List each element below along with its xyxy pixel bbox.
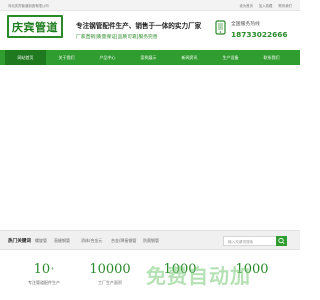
set-homepage-link[interactable]: 设为首页 bbox=[239, 3, 253, 8]
nav-equipment[interactable]: 生产设备 bbox=[210, 50, 251, 65]
search-button[interactable] bbox=[276, 236, 287, 246]
stat-item: 10+ 专注管道配件生产 bbox=[14, 263, 74, 286]
stat-caption: 专注管道配件生产 bbox=[28, 280, 60, 285]
add-favorite-link[interactable]: 加入收藏 bbox=[259, 3, 273, 8]
top-links: 设为首页 加入收藏 联系我们 bbox=[239, 3, 292, 8]
top-utility-bar: 河北庆宾管道制造有限公司 设为首页 加入收藏 联系我们 bbox=[0, 0, 300, 11]
hot-keywords-bar: 热门关键词 螺旋管 直缝钢管 消体/合金元 合金/焊接钢管 防腐钢管 输入关键词… bbox=[0, 230, 300, 250]
stat-number: 10+ bbox=[33, 262, 55, 277]
watermark-text: 免费自动加 bbox=[146, 264, 251, 288]
keyword-link[interactable]: 消体/合金元 bbox=[81, 238, 102, 244]
keyword-link[interactable]: 螺旋管 bbox=[35, 238, 47, 244]
phone-icon bbox=[215, 20, 226, 35]
hot-keywords-title: 热门关键词 bbox=[8, 239, 31, 244]
nav-home[interactable]: 网站首页 bbox=[5, 50, 46, 65]
company-name: 河北庆宾管道制造有限公司 bbox=[8, 4, 49, 8]
watermark: 免费自动加 bbox=[130, 258, 298, 300]
hotline: 全国服务热线 18733022666 bbox=[214, 20, 288, 39]
search-icon bbox=[278, 237, 285, 244]
keyword-link[interactable]: 直缝钢管 bbox=[54, 238, 70, 244]
slogan: 专注钢管配件生产、销售于一体的实力厂家 bbox=[76, 22, 202, 30]
banner-area bbox=[0, 65, 300, 230]
logo-text: 庆宾管道 bbox=[12, 20, 58, 34]
nav-news[interactable]: 新闻资讯 bbox=[169, 50, 210, 65]
nav-cases[interactable]: 案例展示 bbox=[128, 50, 169, 65]
keyword-link[interactable]: 防腐钢管 bbox=[143, 238, 159, 244]
search-box: 输入关键词搜索 bbox=[223, 236, 287, 246]
search-input[interactable]: 输入关键词搜索 bbox=[228, 240, 253, 245]
keyword-link[interactable]: 合金/焊接钢管 bbox=[111, 238, 136, 244]
main-nav: 网站首页 关于我们 产品中心 案例展示 新闻资讯 生产设备 联系我们 bbox=[0, 50, 300, 65]
contact-us-link[interactable]: 联系我们 bbox=[278, 3, 292, 8]
nav-contact[interactable]: 联系我们 bbox=[251, 50, 292, 65]
nav-products[interactable]: 产品中心 bbox=[87, 50, 128, 65]
logo[interactable]: 庆宾管道 bbox=[7, 15, 63, 38]
site-header: 庆宾管道 专注钢管配件生产、销售于一体的实力厂家 厂家直销|质量保证|品质可靠|… bbox=[0, 11, 300, 50]
hotline-label: 全国服务热线 bbox=[231, 22, 260, 27]
hotline-number[interactable]: 18733022666 bbox=[231, 30, 288, 39]
service-tags: 厂家直销|质量保证|品质可靠|服务完善 bbox=[76, 35, 158, 40]
nav-about[interactable]: 关于我们 bbox=[46, 50, 87, 65]
